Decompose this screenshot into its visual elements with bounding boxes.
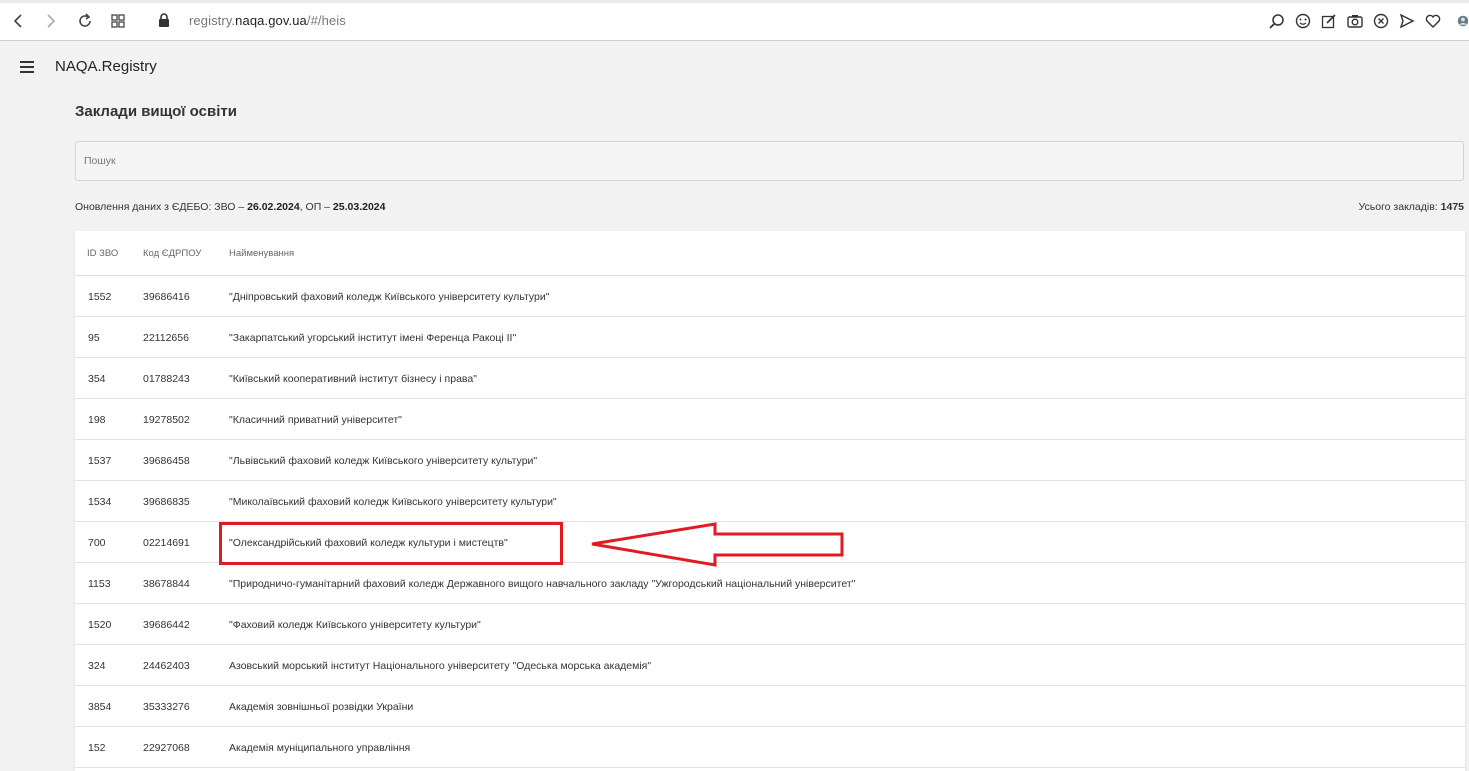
cell-id: 1153	[88, 578, 111, 590]
page-title: Заклади вищої освіти	[75, 103, 237, 120]
cell-name: Академія зовнішньої розвідки України	[229, 701, 414, 713]
total-count: Усього закладів: 1475	[1359, 201, 1464, 213]
cell-id: 95	[88, 332, 100, 344]
cell-code: 35333276	[143, 701, 190, 713]
cell-name: Академія муніципального управління	[229, 742, 411, 754]
camera-icon[interactable]	[1346, 12, 1363, 29]
total-value: 1475	[1440, 201, 1464, 213]
url-prefix: registry.	[189, 13, 236, 28]
table-row[interactable]: 354 01788243 "Київський кооперативний інст…	[75, 358, 1465, 399]
reload-icon[interactable]	[75, 11, 95, 31]
cell-code: 39686835	[143, 496, 190, 508]
cell-code: 24462403	[143, 660, 190, 672]
cell-id: 700	[88, 537, 106, 549]
table-row[interactable]: 324 24462403 Азовський морський інститут Н…	[75, 645, 1465, 686]
url-domain: naqa.gov.ua	[235, 13, 307, 28]
cell-name: "Дніпровський фаховий коледж Київського …	[229, 291, 550, 303]
cell-name: "Закарпатський угорський інститут імені …	[229, 332, 517, 344]
back-icon[interactable]	[8, 11, 28, 31]
table-row[interactable]: 1537 39686458 "Львівський фаховий коледж К…	[75, 440, 1465, 481]
cell-code: 22112656	[143, 332, 189, 344]
cell-name: "Класичний приватний університет"	[229, 414, 402, 426]
cell-code: 39686458	[143, 455, 190, 467]
address-bar[interactable]: registry.naqa.gov.ua/#/heis	[189, 13, 346, 28]
column-header-code[interactable]: Код ЄДРПОУ	[143, 248, 201, 259]
cell-id: 1552	[88, 291, 112, 303]
close-circle-icon[interactable]	[1372, 12, 1389, 29]
edit-icon[interactable]	[1320, 12, 1337, 29]
menu-icon[interactable]	[18, 59, 36, 73]
cell-code: 02214691	[143, 537, 190, 549]
column-header-name[interactable]: Найменування	[229, 248, 294, 259]
cell-id: 152	[88, 742, 106, 754]
cell-name: "Фаховий коледж Київського університету …	[229, 619, 481, 631]
search-input[interactable]	[76, 142, 1463, 180]
forward-icon[interactable]	[41, 11, 61, 31]
update-op-date: 25.03.2024	[332, 201, 386, 213]
table-row[interactable]: 198 19278502 "Класичний приватний універси…	[75, 399, 1465, 440]
search-page-icon[interactable]	[1268, 12, 1285, 29]
profile-icon[interactable]	[1457, 12, 1469, 29]
institutions-table: ID ЗВО Код ЄДРПОУ Найменування 1552 39686…	[75, 231, 1465, 771]
table-row[interactable]: 152 22927068 Академія муніципального управ…	[75, 727, 1465, 768]
browser-toolbar: registry.naqa.gov.ua/#/heis	[0, 0, 1469, 41]
table-header: ID ЗВО Код ЄДРПОУ Найменування	[75, 231, 1465, 276]
table-row[interactable]: 95 22112656 "Закарпатський угорський інсти…	[75, 317, 1465, 358]
cell-id: 198	[88, 414, 106, 426]
cell-code: 01788243	[143, 373, 190, 385]
table-row[interactable]: 1552 39686416 "Дніпровський фаховий коледж…	[75, 276, 1465, 317]
tabs-grid-icon[interactable]	[108, 11, 128, 31]
search-field[interactable]	[75, 141, 1464, 181]
column-header-id[interactable]: ID ЗВО	[87, 248, 118, 259]
table-row[interactable]: 1153 38678844 "Природничо-гуманітарний фах…	[75, 563, 1465, 604]
cell-code: 22927068	[143, 742, 190, 754]
cell-code: 39686442	[143, 619, 190, 631]
cell-name: Азовський морський інститут Національног…	[229, 660, 652, 672]
tab-strip-edge	[0, 0, 1469, 3]
cell-name: "Миколаївський фаховий коледж Київського…	[229, 496, 557, 508]
url-path: /#/heis	[306, 13, 346, 28]
cell-code: 38678844	[143, 578, 190, 590]
table-row[interactable]: 3854 35333276 Академія зовнішньої розвідки…	[75, 686, 1465, 727]
cell-id: 324	[88, 660, 106, 672]
cell-id: 1534	[88, 496, 112, 508]
send-icon[interactable]	[1398, 12, 1415, 29]
cell-id: 1537	[88, 455, 112, 467]
update-mid: , ОП –	[299, 201, 333, 213]
cell-name: "Природничо-гуманітарний фаховий коледж …	[229, 578, 856, 590]
highlight-box	[219, 522, 563, 565]
cell-id: 3854	[88, 701, 112, 713]
cell-name: "Київський кооперативний інститут бізнес…	[229, 373, 477, 385]
lock-icon[interactable]	[158, 12, 170, 33]
update-prefix: Оновлення даних з ЄДЕБО: ЗВО –	[75, 201, 248, 213]
heart-icon[interactable]	[1424, 12, 1441, 29]
data-update-info: Оновлення даних з ЄДЕБО: ЗВО – 26.02.202…	[75, 201, 385, 213]
total-label: Усього закладів:	[1358, 201, 1441, 213]
cell-code: 19278502	[143, 414, 190, 426]
table-row[interactable]: 1520 39686442 "Фаховий коледж Київського у…	[75, 604, 1465, 645]
cell-code: 39686416	[143, 291, 190, 303]
cell-id: 1520	[88, 619, 112, 631]
app-title[interactable]: NAQA.Registry	[55, 58, 157, 75]
emoji-icon[interactable]	[1294, 12, 1311, 29]
cell-name: "Львівський фаховий коледж Київського ун…	[229, 455, 538, 467]
cell-id: 354	[88, 373, 106, 385]
app-header: NAQA.Registry	[0, 41, 1469, 89]
update-zvo-date: 26.02.2024	[247, 201, 300, 213]
table-row[interactable]: 1534 39686835 "Миколаївський фаховий колед…	[75, 481, 1465, 522]
